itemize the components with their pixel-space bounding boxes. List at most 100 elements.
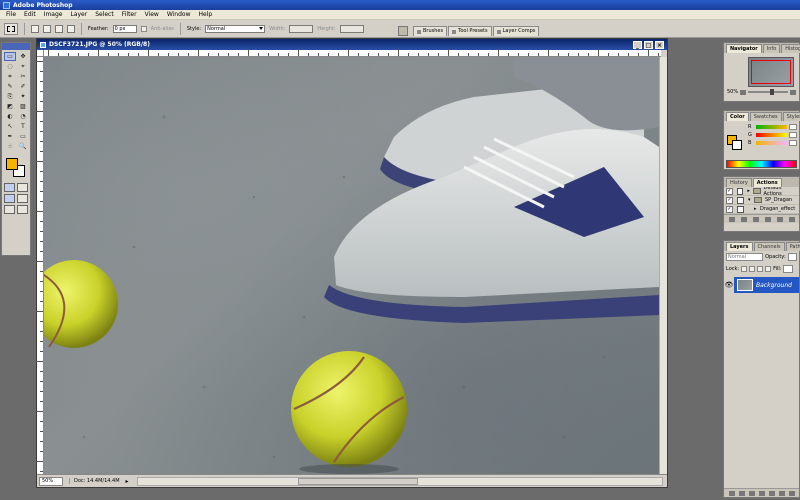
quick-mask-button[interactable] (17, 183, 28, 192)
toolbox-header[interactable] (2, 43, 30, 50)
jump-to-imageready-button[interactable] (17, 205, 28, 214)
dialog-toggle-icon[interactable] (737, 205, 744, 213)
lock-all-checkbox[interactable] (765, 266, 772, 272)
trash-icon[interactable] (788, 216, 795, 222)
pen-tool[interactable]: ✒ (4, 132, 16, 141)
new-set-icon[interactable] (764, 216, 771, 222)
zoom-field[interactable]: 50% (39, 476, 63, 486)
zoom-in-icon[interactable] (790, 89, 796, 95)
standard-screen-button[interactable] (4, 194, 15, 203)
ruler-origin[interactable] (37, 50, 44, 57)
tab-tool-presets[interactable]: Tool Presets (448, 26, 492, 36)
tool-preset-picker[interactable] (4, 22, 18, 35)
tab-layers[interactable]: Layers (726, 242, 753, 251)
antialias-checkbox[interactable] (140, 25, 147, 32)
zoom-slider[interactable] (748, 89, 788, 95)
color-background-swatch[interactable] (732, 140, 742, 150)
view-box[interactable] (751, 60, 791, 84)
tab-swatches[interactable]: Swatches (749, 112, 782, 121)
new-selection-button[interactable] (31, 24, 39, 33)
layer-background[interactable]: 👁 Background (724, 277, 799, 293)
foreground-color-swatch[interactable] (6, 158, 18, 170)
scroll-thumb[interactable] (297, 477, 418, 485)
gradient-tool[interactable]: ▨ (17, 102, 29, 111)
vertical-scrollbar[interactable] (659, 57, 667, 475)
lasso-tool[interactable]: ◌ (4, 62, 16, 71)
menu-layer[interactable]: Layer (66, 11, 91, 18)
feather-input[interactable]: 0 px (112, 24, 137, 33)
checkmark-icon[interactable]: ✓ (726, 196, 733, 204)
blend-mode-select[interactable]: Normal (726, 253, 764, 261)
navigator-preview[interactable] (748, 57, 794, 87)
document-title-bar[interactable]: DSCF3721.JPG @ 50% (RGB/8) _ □ × (37, 39, 667, 50)
tab-info[interactable]: Info (762, 44, 781, 53)
close-button[interactable]: × (655, 40, 664, 49)
width-input[interactable] (289, 24, 314, 33)
tab-styles[interactable]: Styles (782, 112, 800, 121)
path-selection-tool[interactable]: ↖ (4, 122, 16, 131)
tab-paths[interactable]: Paths (785, 242, 800, 251)
maximize-button[interactable]: □ (644, 40, 653, 49)
clone-stamp-tool[interactable]: ⎘ (4, 92, 16, 101)
type-tool[interactable]: T (17, 122, 29, 131)
green-slider[interactable] (756, 133, 787, 137)
file-browser-icon[interactable] (398, 26, 408, 36)
menu-file[interactable]: File (2, 11, 20, 18)
green-value[interactable] (789, 132, 797, 138)
subtract-selection-button[interactable] (55, 24, 63, 33)
eye-icon[interactable]: 👁 (724, 277, 734, 293)
dodge-tool[interactable]: ◔ (17, 112, 29, 121)
lock-transparency-checkbox[interactable] (741, 266, 748, 272)
menu-select[interactable]: Select (91, 11, 118, 18)
record-icon[interactable] (740, 216, 747, 222)
blur-tool[interactable]: ◐ (4, 112, 16, 121)
tab-layer-comps[interactable]: Layer Comps (492, 26, 540, 36)
menu-view[interactable]: View (141, 11, 163, 18)
magic-wand-tool[interactable]: ⌖ (17, 62, 29, 71)
fill-input[interactable] (783, 265, 794, 273)
checkmark-icon[interactable]: ✓ (726, 187, 733, 195)
action-set-default[interactable]: ✓ ▸ Default Actions (724, 185, 799, 197)
opacity-input[interactable] (787, 253, 797, 261)
style-select[interactable]: Normal (205, 24, 266, 33)
color-spectrum-ramp[interactable] (726, 160, 797, 168)
height-input[interactable] (339, 24, 364, 33)
horizontal-scrollbar[interactable] (136, 476, 663, 486)
link-icon[interactable] (728, 490, 735, 496)
menu-help[interactable]: Help (195, 11, 217, 18)
marquee-tool[interactable]: ▭ (4, 52, 16, 61)
action-dragan-effect[interactable]: ✓ ▸ Dragan_effect (724, 205, 799, 214)
eraser-tool[interactable]: ◩ (4, 102, 16, 111)
shape-tool[interactable]: ▭ (17, 132, 29, 141)
new-layer-icon[interactable] (778, 490, 785, 496)
zoom-tool[interactable]: 🔍 (17, 142, 29, 151)
tab-actions[interactable]: Actions (752, 178, 782, 187)
tab-brushes[interactable]: Brushes (413, 26, 448, 36)
zoom-out-icon[interactable] (740, 89, 747, 95)
crop-tool[interactable]: ⌗ (4, 72, 16, 81)
action-set-sp-dragan[interactable]: ✓ ▾ SP_Dragan (724, 196, 799, 205)
stop-icon[interactable] (728, 216, 735, 222)
play-icon[interactable] (752, 216, 759, 222)
navigator-zoom-value[interactable]: 50% (727, 89, 738, 95)
standard-mode-button[interactable] (4, 183, 15, 192)
menu-image[interactable]: Image (40, 11, 67, 18)
tab-histogram[interactable]: Histogram (781, 44, 800, 53)
zoom-slider-knob[interactable] (770, 89, 775, 95)
tab-channels[interactable]: Channels (753, 242, 785, 251)
lock-position-checkbox[interactable] (757, 266, 764, 272)
adjustment-icon[interactable] (758, 490, 765, 496)
checkmark-icon[interactable]: ✓ (726, 205, 733, 213)
red-slider[interactable] (756, 125, 787, 129)
status-menu-arrow[interactable]: ▸ (126, 478, 129, 485)
dialog-toggle-icon[interactable] (736, 187, 744, 195)
tab-navigator[interactable]: Navigator (726, 44, 762, 53)
full-screen-button[interactable] (4, 205, 15, 214)
brush-tool[interactable]: ✐ (17, 82, 29, 91)
horizontal-ruler[interactable] (44, 49, 661, 57)
mask-icon[interactable] (748, 490, 755, 496)
folder-icon[interactable] (768, 490, 775, 496)
tab-history[interactable]: History (726, 178, 752, 187)
full-screen-menu-button[interactable] (17, 194, 28, 203)
hand-tool[interactable]: ☝ (4, 142, 16, 151)
